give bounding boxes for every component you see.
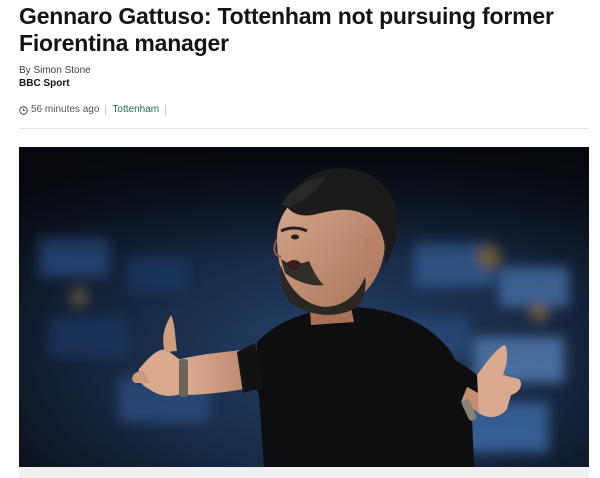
image-caption-strip xyxy=(19,467,589,478)
header-divider xyxy=(19,128,589,129)
meta-divider-end xyxy=(165,105,167,115)
topic-link[interactable]: Tottenham xyxy=(112,103,159,117)
article-meta: 56 minutes ago Tottenham xyxy=(19,103,172,117)
hero-photo xyxy=(19,147,589,467)
meta-divider xyxy=(105,105,107,115)
byline-author[interactable]: By Simon Stone xyxy=(19,64,91,77)
headline: Gennaro Gattuso: Tottenham not pursuing … xyxy=(19,3,554,56)
byline-organisation: BBC Sport xyxy=(19,78,70,89)
byline: By Simon Stone BBC Sport xyxy=(19,64,91,90)
hero-image[interactable] xyxy=(19,147,589,467)
clock-icon xyxy=(19,105,28,115)
timestamp: 56 minutes ago xyxy=(31,104,100,115)
